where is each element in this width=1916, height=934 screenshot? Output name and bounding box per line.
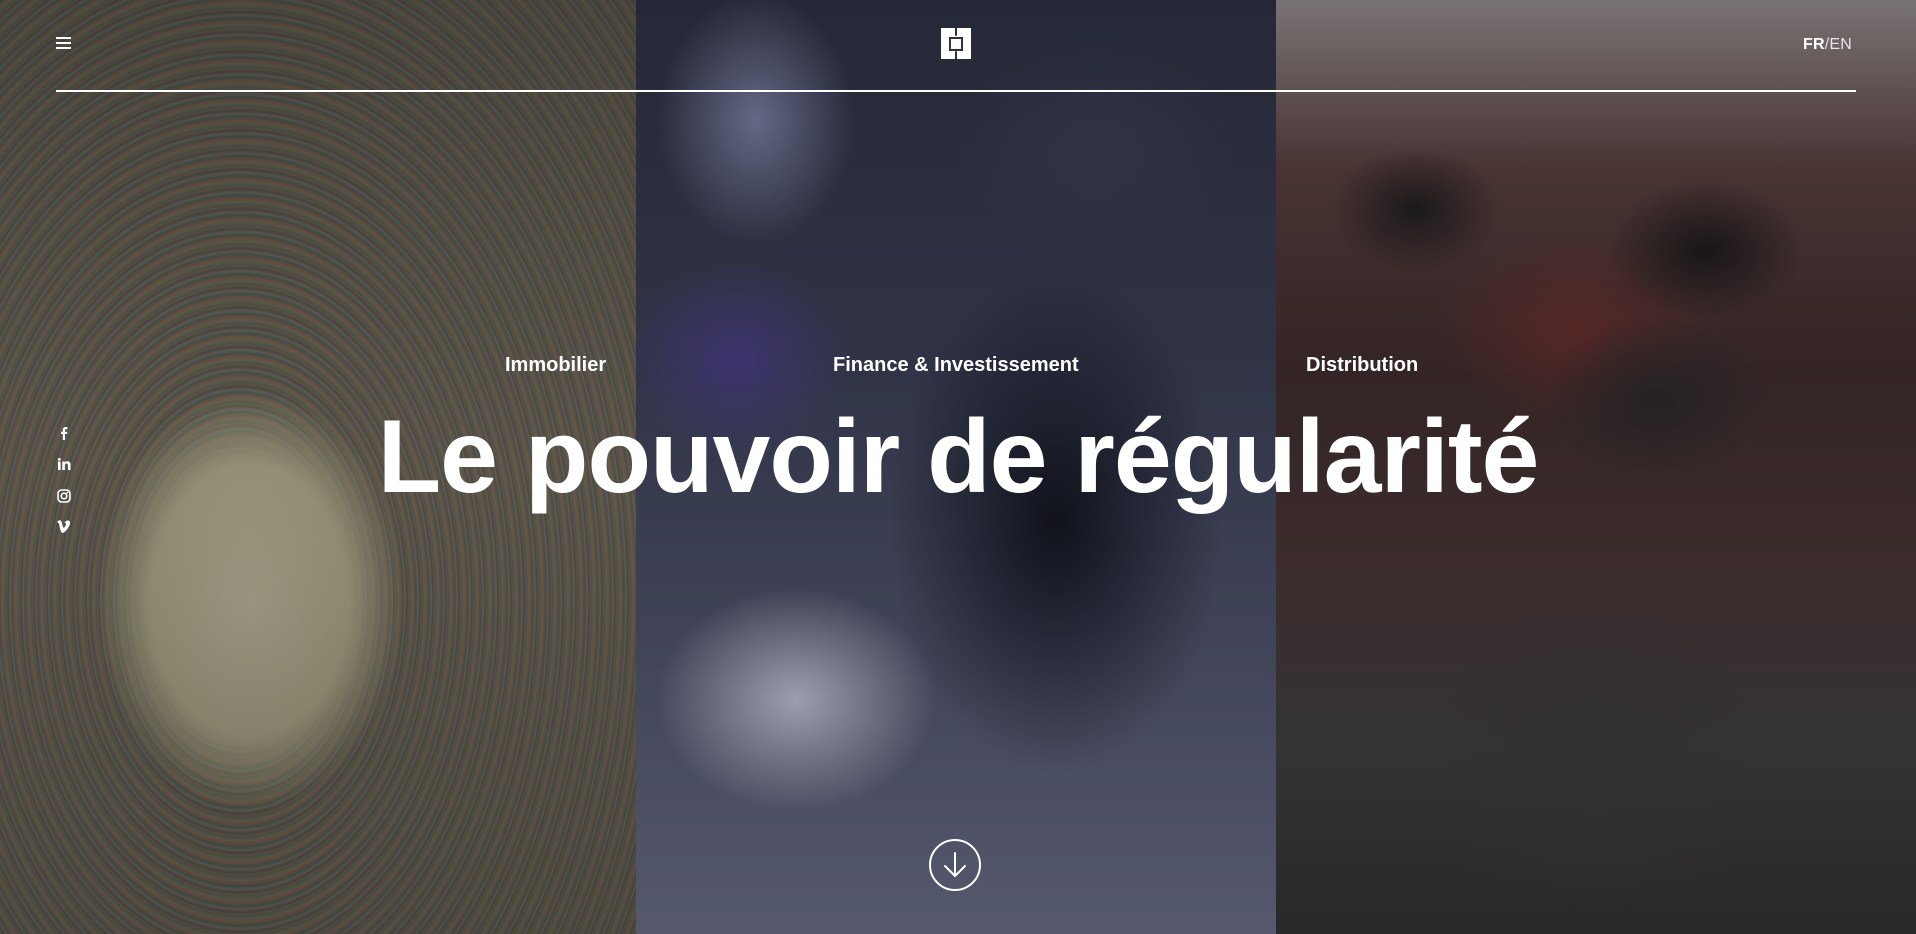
language-switcher: FR/EN [1803, 36, 1852, 54]
hero-stage: FR/EN Immobilier Finance & Investissemen… [0, 0, 1916, 934]
scroll-down-button[interactable] [929, 839, 981, 891]
hero-title: Le pouvoir de régularité [377, 399, 1540, 515]
arrow-down-icon [944, 852, 966, 877]
header-divider [56, 90, 1856, 92]
category-distribution[interactable]: Distribution [1306, 354, 1418, 377]
vimeo-icon[interactable] [54, 520, 74, 540]
category-finance-investissement[interactable]: Finance & Investissement [833, 354, 1079, 377]
brand-logo-icon[interactable] [941, 28, 971, 59]
category-immobilier[interactable]: Immobilier [505, 354, 606, 377]
hamburger-menu-icon[interactable] [56, 37, 71, 49]
lang-en-link[interactable]: EN [1829, 36, 1852, 53]
lang-fr-link[interactable]: FR [1803, 36, 1825, 53]
